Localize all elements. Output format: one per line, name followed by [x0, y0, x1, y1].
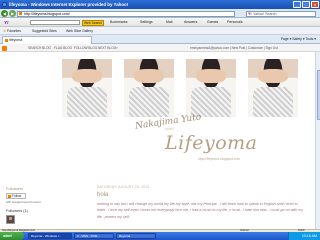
forward-button[interactable]: ▶ [9, 10, 16, 17]
follow-note: with Google Friend Connect [6, 200, 41, 204]
follow-widget: Follow with Google Friend Connect [6, 193, 46, 206]
window-title-bar: lifeyoma - Windows Internet Explorer pro… [0, 0, 320, 9]
window-title: lifeyoma - Windows Internet Explorer pro… [9, 2, 129, 7]
next-blog-link[interactable]: NEXT BLOG» [98, 44, 118, 52]
start-button[interactable]: start [0, 232, 24, 240]
toolbar-personals[interactable]: Personals [227, 18, 243, 27]
follower-avatar[interactable] [6, 215, 15, 224]
favorites-label: Favorites [7, 29, 21, 33]
address-row: ◀ ▶ http://lifeyoma.blogspot.com/ Y! Yah… [0, 9, 320, 18]
toolbar-mail[interactable]: Mail [166, 18, 172, 27]
follow-button[interactable]: Follow [6, 193, 26, 199]
toolbar-bookmarks[interactable]: Bookmarks [110, 18, 128, 27]
blogger-favicon-icon [19, 12, 22, 15]
taskbar: start lifeyoma - Windows I... 2 - MSN - … [0, 232, 320, 240]
toolbar-settings[interactable]: Settings [140, 18, 153, 27]
header-photo [124, 59, 174, 117]
suggested-sites-link[interactable]: Suggested Sites [32, 27, 57, 35]
search-input[interactable]: Y! Yahoo! Search [246, 10, 316, 17]
search-blog-link[interactable]: SEARCH BLOG [28, 44, 51, 52]
tab-label: lifeyoma [9, 38, 23, 42]
favorites-bar: ★ Favorites Suggested Sites Web Slice Ga… [0, 27, 320, 35]
follow-blog-link[interactable]: FOLLOW BLOG [74, 44, 97, 52]
header-signature-sub: with [165, 126, 174, 131]
blog-url: http://lifeyoma.blogspot.com [198, 157, 241, 161]
tab-row: lifeyoma Page ▾ Safety ▾ Tools ▾ [0, 35, 320, 44]
web-slice-gallery-link[interactable]: Web Slice Gallery [66, 27, 93, 35]
yahoo-logo[interactable]: Y! [4, 18, 9, 27]
post-date: SATURDAY, AUGUST 28, 2010 [97, 185, 150, 189]
vertical-scrollbar[interactable] [315, 52, 320, 229]
flag-blog-link[interactable]: FLAG BLOG [54, 44, 72, 52]
window-controls: _ □ × [293, 1, 319, 8]
close-button[interactable]: × [311, 1, 319, 8]
followers-count: Followers (1) [6, 209, 28, 213]
header-photos [62, 59, 298, 121]
taskbar-item[interactable]: 2 - MSN - POR... [74, 233, 114, 239]
internet-explorer-icon [2, 2, 7, 7]
blogger-logo-icon[interactable] [2, 45, 7, 51]
header-photo [248, 59, 298, 117]
header-photo [186, 59, 236, 117]
maximize-button[interactable]: □ [302, 1, 310, 8]
followers-heading: Followers [6, 186, 24, 191]
scrollbar-thumb[interactable] [316, 70, 320, 120]
star-icon: ★ [3, 29, 7, 33]
yahoo-icon: Y! [248, 11, 252, 16]
safety-menu[interactable]: Safety [292, 37, 302, 41]
toolbar-answers[interactable]: Answers [184, 18, 197, 27]
page-menu[interactable]: Page [281, 37, 289, 41]
yahoo-search-input[interactable] [30, 20, 80, 25]
web-search-button[interactable]: Web Search [82, 19, 104, 26]
yahoo-toolbar: Y! Web Search Bookmarks Settings Mail An… [0, 18, 320, 27]
page-viewport: Nakajima Yuto with Lifeyoma http://lifey… [0, 52, 315, 229]
taskbar-item[interactable]: lifeyoma [116, 233, 156, 239]
address-url: http://lifeyoma.blogspot.com/ [24, 11, 70, 16]
account-links[interactable]: emmyaneinsA@yahoo.com | New Post | Custo… [190, 44, 278, 52]
toolbar-games[interactable]: Games [207, 18, 218, 27]
post-title[interactable]: hola [97, 192, 108, 198]
taskbar-item[interactable]: lifeyoma - Windows I... [28, 233, 72, 239]
blogger-navbar: SEARCH BLOG FLAG BLOG FOLLOW BLOG NEXT B… [0, 44, 320, 52]
blogger-favicon-icon [4, 39, 8, 42]
post-body: nothing to say but i will change my worl… [97, 202, 304, 219]
command-bar: Page ▾ Safety ▾ Tools ▾ [280, 37, 316, 41]
search-placeholder: Yahoo! Search [253, 11, 277, 16]
address-input[interactable]: http://lifeyoma.blogspot.com/ [17, 10, 235, 17]
clock: 10:16 AM [301, 234, 317, 238]
tools-menu[interactable]: Tools [305, 37, 313, 41]
system-tray: 10:16 AM [288, 232, 320, 240]
header-photo [62, 59, 112, 117]
tab-lifeyoma[interactable]: lifeyoma [2, 36, 92, 44]
blog-title[interactable]: Lifeyoma [165, 132, 258, 154]
minimize-button[interactable]: _ [293, 1, 301, 8]
favorites-button[interactable]: ★ Favorites [3, 27, 21, 35]
back-button[interactable]: ◀ [1, 10, 8, 17]
